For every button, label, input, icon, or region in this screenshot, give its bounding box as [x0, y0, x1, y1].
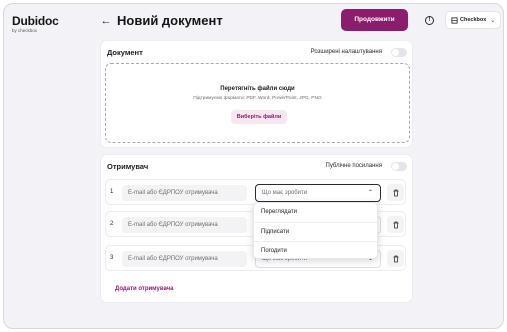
info-icon[interactable]: ! — [425, 16, 434, 25]
email-field[interactable]: E-mail або ЄДРПОУ отримувача — [122, 251, 247, 267]
public-link-label: Публічне посилання — [325, 163, 382, 169]
dropzone-formats: Підтримуємо формати: PDF, Word, PowerPoi… — [193, 96, 322, 101]
action-dropdown-menu: Переглядати Підписати Погодити — [253, 202, 378, 259]
action-select-value: Що має зробити — [262, 190, 308, 196]
advanced-settings-toggle[interactable] — [391, 48, 407, 57]
menu-item-approve[interactable]: Погодити — [254, 241, 377, 260]
document-card: Документ Розширені налаштування Перетягн… — [100, 40, 413, 148]
trash-icon[interactable] — [387, 184, 404, 201]
menu-item-view[interactable]: Переглядати — [254, 203, 377, 222]
chevron-up-icon: ⌃ — [367, 190, 373, 196]
add-recipient-link[interactable]: Додати отримувача — [115, 286, 174, 292]
company-selector[interactable]: Checkbox ⌄ — [445, 11, 501, 29]
arrow-left-icon[interactable]: ← — [100, 15, 112, 27]
menu-item-sign[interactable]: Підписати — [254, 222, 377, 241]
logo-subtitle: by checkbox — [12, 28, 38, 33]
page-title: Новий документ — [117, 13, 223, 28]
file-dropzone[interactable]: Перетягніть файли сюди Підтримуємо форма… — [105, 63, 410, 143]
row-number: 1 — [110, 189, 114, 195]
public-link-toggle[interactable] — [391, 162, 407, 171]
building-icon — [451, 16, 458, 24]
email-field[interactable]: E-mail або ЄДРПОУ отримувача — [122, 217, 247, 233]
logo[interactable]: Dubidoc by checkbox — [12, 14, 59, 33]
dropzone-title: Перетягніть файли сюди — [220, 86, 295, 92]
row-number: 2 — [110, 221, 114, 227]
trash-icon[interactable] — [387, 216, 404, 233]
recipients-title: Отримувач — [107, 162, 149, 171]
row-number: 3 — [110, 255, 114, 261]
email-field[interactable]: E-mail або ЄДРПОУ отримувача — [122, 185, 247, 201]
company-name: Checkbox — [460, 17, 487, 23]
chevron-down-icon: ⌄ — [490, 17, 496, 24]
trash-icon[interactable] — [387, 250, 404, 267]
advanced-settings-label: Розширені налаштування — [310, 49, 382, 55]
document-title: Документ — [107, 48, 143, 57]
logo-name: Dubidoc — [12, 14, 59, 28]
action-select[interactable]: Що має зробити ⌃ — [255, 184, 381, 202]
app-window: Dubidoc by checkbox ← Новий документ Про… — [3, 3, 504, 329]
choose-files-button[interactable]: Виберіть файли — [231, 110, 287, 124]
continue-button[interactable]: Продовжити — [341, 9, 408, 31]
